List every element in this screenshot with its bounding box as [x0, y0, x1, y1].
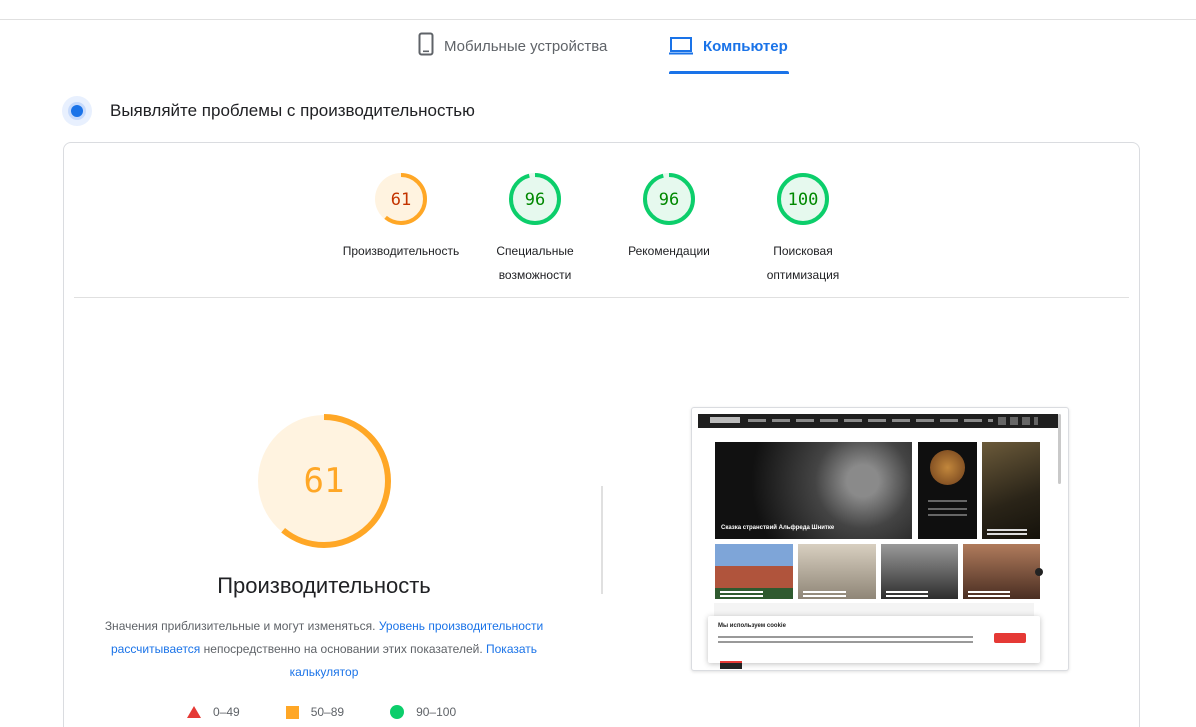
gauge-ring: 61 [375, 173, 427, 225]
report-card: 61 Производительность 96 Специальные возм… [63, 142, 1140, 727]
device-tabs: Мобильные устройства Компьютер [0, 32, 1196, 74]
performance-description: Значения приблизительные и могут изменят… [104, 619, 544, 679]
gauge-ring: 96 [509, 173, 561, 225]
gauge-performance[interactable]: 61 Производительность [331, 171, 471, 263]
desktop-icon [669, 36, 693, 61]
diagnostics-icon [62, 96, 92, 126]
gauge-value: 61 [391, 190, 411, 210]
green-circle-icon [390, 705, 405, 719]
gauge-accessibility[interactable]: 96 Специальные возможности [465, 171, 605, 287]
smartphone-icon [418, 32, 434, 61]
tab-desktop[interactable]: Компьютер [669, 32, 788, 74]
page-screenshot-thumbnail: Сказка странствий Альфреда Шнитке Мы исп… [691, 407, 1069, 671]
tab-mobile-label: Мобильные устройства [444, 38, 608, 55]
thumb-tile [881, 544, 958, 599]
performance-title: Производительность [217, 573, 431, 598]
category-gauges: 61 Производительность 96 Специальные возм… [64, 171, 1139, 282]
gauge-value: 100 [788, 190, 819, 210]
thumb-card [982, 442, 1040, 539]
gauge-value: 96 [659, 190, 679, 210]
thumb-tile [798, 544, 876, 599]
gauge-seo[interactable]: 100 Поисковая оптимизация [733, 171, 873, 287]
gauge-label: Поисковая оптимизация [766, 244, 840, 282]
performance-score: 61 [304, 461, 345, 501]
gauge-value: 96 [525, 190, 545, 210]
gauge-label: Рекомендации [628, 244, 710, 258]
orange-square-icon [285, 705, 299, 719]
tab-mobile[interactable]: Мобильные устройства [418, 32, 607, 74]
card-divider [74, 297, 1129, 298]
section-title: Выявляйте проблемы с производительностью [110, 101, 475, 120]
thumb-arrow-icon [1035, 568, 1043, 576]
thumb-card [918, 442, 977, 539]
thumb-hero-image: Сказка странствий Альфреда Шнитке [715, 442, 912, 539]
legend-fail: 0–49 [187, 705, 240, 719]
gauge-label: Специальные возможности [496, 244, 574, 282]
thumb-tile [963, 544, 1040, 599]
tab-desktop-label: Компьютер [703, 38, 788, 55]
gauge-ring: 100 [777, 173, 829, 225]
thumb-navbar [698, 414, 1058, 428]
top-divider [0, 19, 1196, 20]
legend-average: 50–89 [285, 705, 344, 719]
thumb-cookie-banner: Мы используем cookie [708, 616, 1040, 663]
thumb-scrollbar [1058, 414, 1061, 484]
gauge-best-practices[interactable]: 96 Рекомендации [599, 171, 739, 263]
section-header: Выявляйте проблемы с производительностью [62, 96, 475, 126]
red-triangle-icon [187, 706, 201, 718]
active-tab-indicator [669, 71, 789, 74]
performance-gauge-large: 61 [254, 411, 394, 556]
gauge-ring: 96 [643, 173, 695, 225]
thumb-tile [715, 544, 793, 599]
legend-pass: 90–100 [390, 705, 456, 719]
score-legend: 0–49 50–89 90–100 [187, 705, 456, 719]
vertical-divider [601, 486, 603, 594]
gauge-label: Производительность [342, 244, 460, 258]
